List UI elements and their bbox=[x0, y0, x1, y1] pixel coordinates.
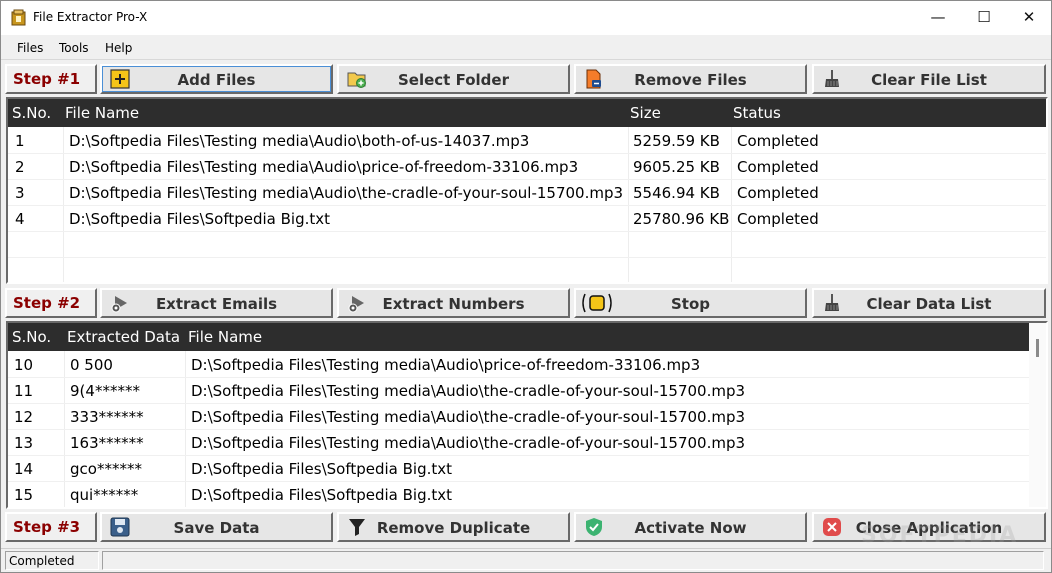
select-folder-label: Select Folder bbox=[398, 71, 509, 89]
cell-size: 25780.96 KB bbox=[633, 210, 730, 228]
extract-numbers-button[interactable]: Extract Numbers bbox=[337, 288, 570, 318]
table-row[interactable]: 10 0 500 D:\Softpedia Files\Testing medi… bbox=[8, 352, 1029, 378]
extract-emails-button[interactable]: Extract Emails bbox=[100, 288, 333, 318]
menu-files[interactable]: Files bbox=[17, 41, 43, 55]
extract-numbers-label: Extract Numbers bbox=[382, 295, 525, 313]
title-bar: File Extractor Pro-X — ☐ ✕ bbox=[1, 1, 1051, 35]
extract-emails-label: Extract Emails bbox=[155, 295, 278, 313]
minimize-button[interactable]: — bbox=[915, 1, 961, 33]
table-row[interactable]: 11 9(4****** D:\Softpedia Files\Testing … bbox=[8, 378, 1029, 404]
step1-label: Step #1 bbox=[5, 64, 97, 94]
files-table-header: S.No. File Name Size Status bbox=[8, 99, 1046, 127]
save-data-button[interactable]: Save Data bbox=[100, 512, 333, 542]
stop-button[interactable]: Stop bbox=[574, 288, 807, 318]
cell-status: Completed bbox=[737, 132, 819, 150]
clear-data-list-button[interactable]: Clear Data List bbox=[812, 288, 1046, 318]
extracted-data-table[interactable]: S.No. Extracted Data File Name 10 0 500 … bbox=[6, 321, 1048, 509]
cell-sno: 1 bbox=[15, 132, 25, 150]
cell-sno: 13 bbox=[14, 434, 34, 452]
col-size[interactable]: Size bbox=[630, 104, 661, 122]
select-folder-button[interactable]: Select Folder bbox=[337, 64, 570, 94]
table-row[interactable]: 2 D:\Softpedia Files\Testing media\Audio… bbox=[8, 154, 1046, 180]
cell-sno: 11 bbox=[14, 382, 34, 400]
table-row[interactable]: 15 qui****** D:\Softpedia Files\Softpedi… bbox=[8, 482, 1029, 507]
step3-label: Step #3 bbox=[5, 512, 97, 542]
cell-extracted-data: 0 500 bbox=[70, 356, 113, 374]
table-row-empty bbox=[8, 232, 1046, 258]
app-window: File Extractor Pro-X — ☐ ✕ Files Tools H… bbox=[0, 0, 1052, 573]
clear-data-list-label: Clear Data List bbox=[866, 295, 992, 313]
cell-sno: 12 bbox=[14, 408, 34, 426]
window-title: File Extractor Pro-X bbox=[33, 10, 148, 24]
activate-now-label: Activate Now bbox=[634, 519, 747, 537]
table-row[interactable]: 13 163****** D:\Softpedia Files\Testing … bbox=[8, 430, 1029, 456]
cell-file-name: D:\Softpedia Files\Testing media\Audio\t… bbox=[191, 382, 746, 400]
col-file-name[interactable]: File Name bbox=[188, 328, 262, 346]
add-files-button[interactable]: Add Files bbox=[100, 64, 333, 94]
clear-file-list-button[interactable]: Clear File List bbox=[812, 64, 1046, 94]
cell-size: 5546.94 KB bbox=[633, 184, 720, 202]
data-table-scrollbar[interactable] bbox=[1029, 323, 1046, 507]
table-row[interactable]: 4 D:\Softpedia Files\Softpedia Big.txt 2… bbox=[8, 206, 1046, 232]
cell-size: 9605.25 KB bbox=[633, 158, 720, 176]
cell-status: Completed bbox=[737, 210, 819, 228]
maximize-button[interactable]: ☐ bbox=[961, 1, 1007, 33]
cell-file-name: D:\Softpedia Files\Softpedia Big.txt bbox=[191, 486, 453, 504]
cell-extracted-data: 9(4****** bbox=[70, 382, 140, 400]
cell-status: Completed bbox=[737, 184, 819, 202]
cell-file-name: D:\Softpedia Files\Testing media\Audio\t… bbox=[191, 408, 746, 426]
cell-sno: 2 bbox=[15, 158, 25, 176]
app-logo-icon bbox=[11, 9, 26, 26]
cell-sno: 3 bbox=[15, 184, 25, 202]
remove-files-label: Remove Files bbox=[634, 71, 747, 89]
step2-label: Step #2 bbox=[5, 288, 97, 318]
status-panel-empty bbox=[102, 551, 1044, 570]
cell-file-name: D:\Softpedia Files\Testing media\Audio\t… bbox=[69, 184, 624, 202]
table-row[interactable]: 12 333****** D:\Softpedia Files\Testing … bbox=[8, 404, 1029, 430]
cell-sno: 15 bbox=[14, 486, 34, 504]
softpedia-watermark: SOFTPEDIA bbox=[861, 523, 1019, 548]
menu-tools[interactable]: Tools bbox=[59, 41, 89, 55]
status-text: Completed bbox=[5, 551, 99, 570]
clear-file-list-label: Clear File List bbox=[871, 71, 987, 89]
remove-files-button[interactable]: Remove Files bbox=[574, 64, 807, 94]
activate-now-button[interactable]: Activate Now bbox=[574, 512, 807, 542]
table-row[interactable]: 1 D:\Softpedia Files\Testing media\Audio… bbox=[8, 128, 1046, 154]
cell-extracted-data: gco****** bbox=[70, 460, 142, 478]
col-file-name[interactable]: File Name bbox=[65, 104, 139, 122]
stop-label: Stop bbox=[670, 295, 711, 313]
cell-extracted-data: 333****** bbox=[70, 408, 144, 426]
col-status[interactable]: Status bbox=[733, 104, 781, 122]
col-sno[interactable]: S.No. bbox=[12, 104, 51, 122]
cell-file-name: D:\Softpedia Files\Softpedia Big.txt bbox=[191, 460, 453, 478]
col-extracted-data[interactable]: Extracted Data bbox=[67, 328, 180, 346]
table-row[interactable]: 14 gco****** D:\Softpedia Files\Softpedi… bbox=[8, 456, 1029, 482]
cell-sno: 4 bbox=[15, 210, 25, 228]
files-table[interactable]: S.No. File Name Size Status 1 D:\Softped… bbox=[6, 97, 1048, 284]
close-window-button[interactable]: ✕ bbox=[1006, 1, 1052, 33]
table-row-empty bbox=[8, 258, 1046, 282]
col-sno[interactable]: S.No. bbox=[12, 328, 51, 346]
cell-size: 5259.59 KB bbox=[633, 132, 720, 150]
cell-file-name: D:\Softpedia Files\Testing media\Audio\b… bbox=[69, 132, 530, 150]
cell-file-name: D:\Softpedia Files\Softpedia Big.txt bbox=[69, 210, 331, 228]
cell-sno: 14 bbox=[14, 460, 34, 478]
status-bar: Completed bbox=[1, 548, 1051, 572]
cell-extracted-data: 163****** bbox=[70, 434, 144, 452]
add-files-label: Add Files bbox=[177, 71, 256, 89]
cell-extracted-data: qui****** bbox=[70, 486, 139, 504]
scrollbar-thumb[interactable] bbox=[1036, 339, 1039, 357]
save-data-label: Save Data bbox=[173, 519, 260, 537]
menu-bar: Files Tools Help bbox=[1, 36, 1051, 60]
cell-file-name: D:\Softpedia Files\Testing media\Audio\t… bbox=[191, 434, 746, 452]
remove-duplicate-button[interactable]: Remove Duplicate bbox=[337, 512, 570, 542]
remove-duplicate-label: Remove Duplicate bbox=[376, 519, 531, 537]
cell-sno: 10 bbox=[14, 356, 34, 374]
cell-file-name: D:\Softpedia Files\Testing media\Audio\p… bbox=[69, 158, 579, 176]
menu-help[interactable]: Help bbox=[105, 41, 132, 55]
cell-file-name: D:\Softpedia Files\Testing media\Audio\p… bbox=[191, 356, 701, 374]
data-table-header: S.No. Extracted Data File Name bbox=[8, 323, 1029, 351]
table-row[interactable]: 3 D:\Softpedia Files\Testing media\Audio… bbox=[8, 180, 1046, 206]
cell-status: Completed bbox=[737, 158, 819, 176]
